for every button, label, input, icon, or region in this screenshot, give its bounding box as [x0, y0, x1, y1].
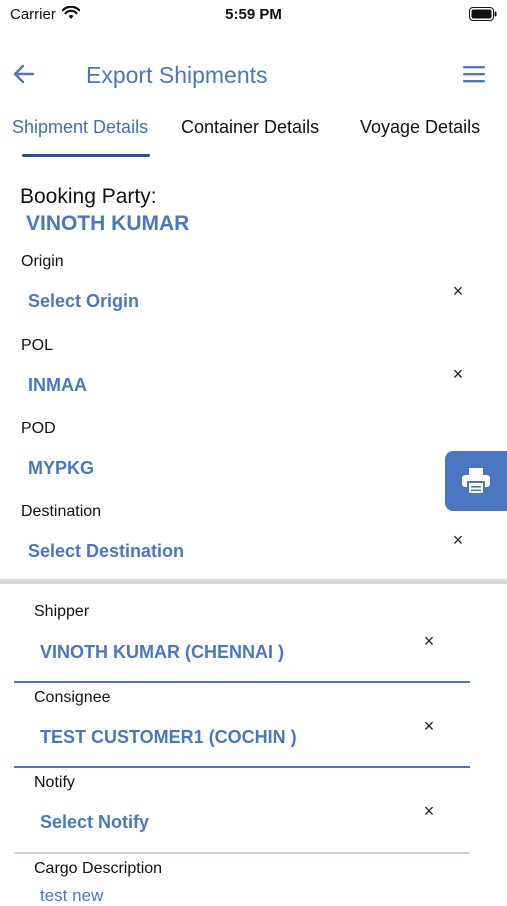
clear-notify-icon[interactable]: × — [419, 801, 439, 821]
shipper-label: Shipper — [34, 603, 90, 620]
consignee-label: Consignee — [34, 689, 111, 706]
active-tab-indicator — [22, 154, 150, 157]
clear-shipper-icon[interactable]: × — [419, 631, 439, 651]
clear-origin-icon[interactable]: × — [448, 281, 468, 301]
clock: 5:59 PM — [225, 6, 282, 23]
origin-label: Origin — [21, 253, 64, 270]
page-title: Export Shipments — [86, 62, 268, 88]
hamburger-menu-icon — [463, 66, 485, 83]
booking-party-value: VINOTH KUMAR — [26, 212, 190, 235]
destination-label: Destination — [21, 503, 102, 520]
booking-party-label: Booking Party: — [20, 185, 157, 208]
clear-pol-icon[interactable]: × — [448, 364, 468, 384]
notify-select[interactable]: Select Notify — [40, 812, 149, 833]
cargo-description-label: Cargo Description — [34, 860, 163, 877]
destination-select[interactable]: Select Destination — [28, 541, 184, 562]
menu-button[interactable] — [463, 64, 485, 89]
shipper-select[interactable]: VINOTH KUMAR (CHENNAI ) — [40, 642, 284, 663]
back-button[interactable] — [12, 60, 36, 93]
tab-voyage-details[interactable]: Voyage Details — [360, 117, 480, 138]
pol-select[interactable]: INMAA — [28, 375, 87, 396]
battery-icon — [469, 7, 497, 26]
clear-consignee-icon[interactable]: × — [419, 716, 439, 736]
status-bar: Carrier 5:59 PM — [0, 0, 507, 30]
notify-underline — [14, 852, 470, 854]
cargo-description-input[interactable]: test new — [40, 886, 103, 906]
arrow-left-icon — [13, 64, 35, 84]
shipper-underline — [14, 681, 470, 683]
pol-label: POL — [21, 337, 54, 354]
consignee-underline — [14, 766, 470, 768]
tab-shipment-details[interactable]: Shipment Details — [12, 117, 148, 138]
print-button[interactable] — [445, 451, 507, 511]
notify-label: Notify — [34, 774, 75, 791]
tab-container-details[interactable]: Container Details — [181, 117, 319, 138]
origin-select[interactable]: Select Origin — [28, 291, 139, 312]
pod-select[interactable]: MYPKG — [28, 458, 94, 479]
pod-label: POD — [21, 420, 56, 437]
clear-destination-icon[interactable]: × — [448, 530, 468, 550]
consignee-select[interactable]: TEST CUSTOMER1 (COCHIN ) — [40, 727, 297, 748]
section-divider — [0, 579, 507, 584]
print-icon — [462, 468, 490, 495]
